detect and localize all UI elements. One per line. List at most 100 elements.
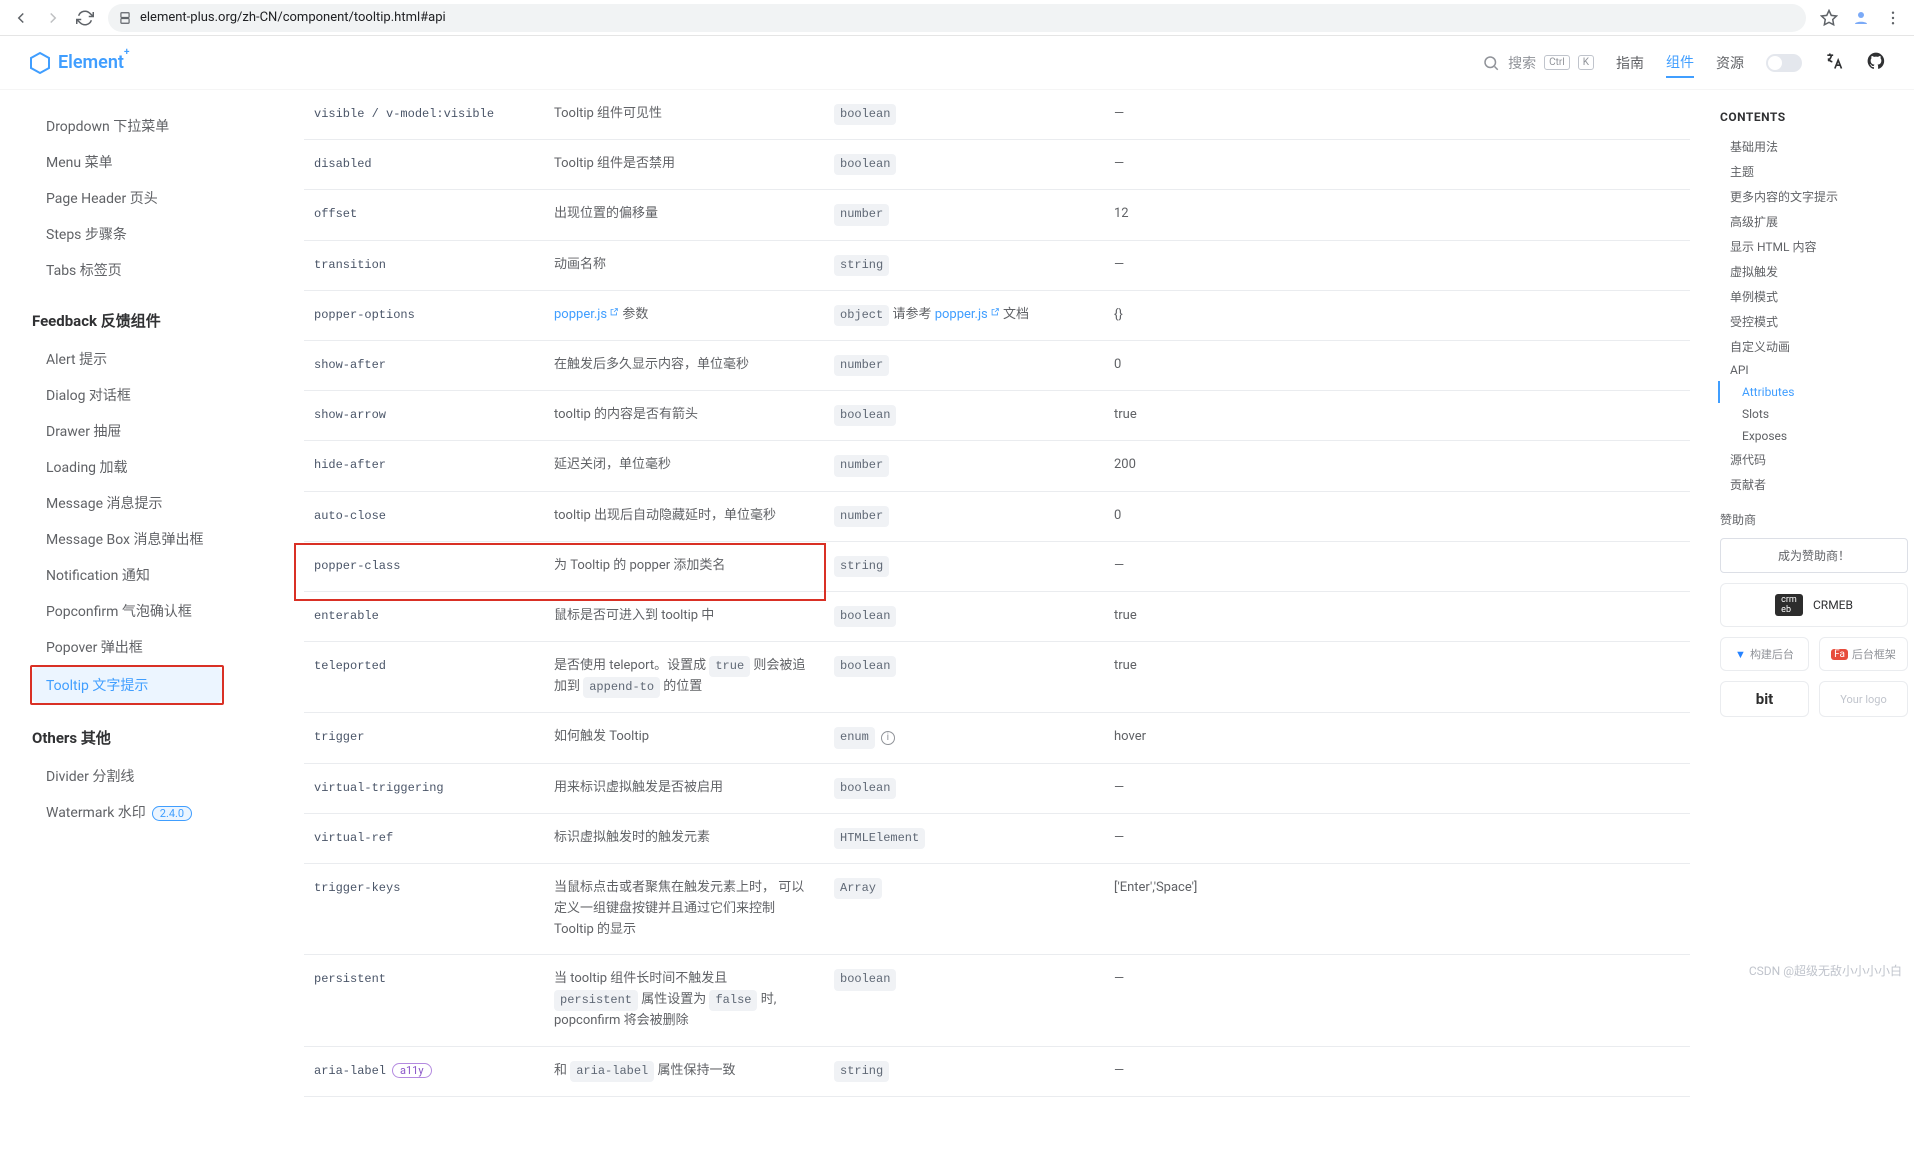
attr-desc: popper.js 参数 bbox=[544, 290, 824, 340]
attr-name: auto-close bbox=[314, 509, 386, 523]
attr-default: 0 bbox=[1104, 340, 1690, 390]
address-bar[interactable]: element-plus.org/zh-CN/component/tooltip… bbox=[108, 4, 1806, 32]
toc-item[interactable]: 受控模式 bbox=[1720, 309, 1908, 334]
crmeb-logo-icon: crmeb bbox=[1775, 594, 1803, 616]
table-row: visible / v-model:visibleTooltip 组件可见性bo… bbox=[304, 90, 1690, 140]
toc-item[interactable]: 主题 bbox=[1720, 159, 1908, 184]
table-row: popper-class为 Tooltip 的 popper 添加类名strin… bbox=[304, 541, 1690, 591]
reload-icon[interactable] bbox=[76, 9, 94, 27]
toc-item[interactable]: 单例模式 bbox=[1720, 284, 1908, 309]
sidebar-item[interactable]: Steps 步骤条 bbox=[32, 216, 268, 252]
table-row: teleported是否使用 teleport。设置成 true 则会被追加到 … bbox=[304, 642, 1690, 713]
toc-item[interactable]: 高级扩展 bbox=[1720, 209, 1908, 234]
forward-icon[interactable] bbox=[44, 9, 62, 27]
sidebar-item-tooltip[interactable]: Tooltip 文字提示 bbox=[32, 667, 222, 703]
nav-guide[interactable]: 指南 bbox=[1616, 49, 1644, 77]
brand-logo[interactable]: Element+ bbox=[28, 51, 129, 75]
nav-component[interactable]: 组件 bbox=[1666, 48, 1694, 78]
attr-default: — bbox=[1104, 90, 1690, 140]
type-tag: object bbox=[834, 305, 889, 326]
sidebar-item[interactable]: Dialog 对话框 bbox=[32, 377, 268, 413]
table-row: offset 出现位置的偏移量 number 12 bbox=[304, 190, 1690, 240]
menu-dots-icon[interactable] bbox=[1884, 9, 1902, 27]
type-tag: boolean bbox=[834, 656, 896, 677]
attr-desc: 为 Tooltip 的 popper 添加类名 bbox=[544, 541, 824, 591]
sponsor-crmeb[interactable]: crmebCRMEB bbox=[1720, 583, 1908, 627]
external-link[interactable]: popper.js bbox=[554, 307, 619, 322]
type-tag: number bbox=[834, 204, 889, 225]
attr-name: popper-options bbox=[314, 308, 415, 322]
toc-item[interactable]: 自定义动画 bbox=[1720, 334, 1908, 359]
toc-item[interactable]: 更多内容的文字提示 bbox=[1720, 184, 1908, 209]
sponsor-fantastic[interactable]: Fa后台框架 bbox=[1819, 637, 1908, 671]
type-tag: boolean bbox=[834, 969, 896, 990]
sponsor-button[interactable]: 成为赞助商！ bbox=[1720, 538, 1908, 573]
back-icon[interactable] bbox=[12, 9, 30, 27]
url-text: element-plus.org/zh-CN/component/tooltip… bbox=[140, 10, 446, 25]
toc-item[interactable]: API bbox=[1720, 359, 1908, 381]
attr-name: virtual-ref bbox=[314, 831, 393, 845]
translate-icon[interactable] bbox=[1824, 51, 1844, 75]
attr-desc: Tooltip 组件可见性 bbox=[544, 90, 824, 140]
attr-default: true bbox=[1104, 391, 1690, 441]
sidebar-item[interactable]: Message 消息提示 bbox=[32, 485, 268, 521]
github-icon[interactable] bbox=[1866, 51, 1886, 75]
api-attributes-table: visible / v-model:visibleTooltip 组件可见性bo… bbox=[304, 90, 1690, 1097]
nav-resource[interactable]: 资源 bbox=[1716, 49, 1744, 77]
info-icon[interactable]: i bbox=[881, 731, 895, 745]
toc-item[interactable]: 源代码 bbox=[1720, 447, 1908, 472]
toc-item[interactable]: 贡献者 bbox=[1720, 472, 1908, 497]
sidebar-item[interactable]: Popover 弹出框 bbox=[32, 629, 268, 665]
star-icon[interactable] bbox=[1820, 9, 1838, 27]
sidebar-item[interactable]: Alert 提示 bbox=[32, 341, 268, 377]
table-row: enterable鼠标是否可进入到 tooltip 中booleantrue bbox=[304, 591, 1690, 641]
type-tag: string bbox=[834, 255, 889, 276]
sponsor-bit[interactable]: bit bbox=[1720, 681, 1809, 717]
toc-item[interactable]: 显示 HTML 内容 bbox=[1720, 234, 1908, 259]
sponsor-vform[interactable]: ▼构建后台 bbox=[1720, 637, 1809, 671]
version-badge: 2.4.0 bbox=[152, 806, 192, 821]
sidebar-item[interactable]: Tabs 标签页 bbox=[32, 252, 268, 288]
sidebar-item[interactable]: Message Box 消息弹出框 bbox=[32, 521, 268, 557]
sidebar-item[interactable]: Notification 通知 bbox=[32, 557, 268, 593]
fantastic-logo-icon: Fa bbox=[1831, 649, 1848, 660]
sidebar-item[interactable]: Page Header 页头 bbox=[32, 180, 268, 216]
sponsor-placeholder[interactable]: Your logo bbox=[1819, 681, 1908, 717]
type-tag: enum bbox=[834, 727, 875, 748]
table-row: trigger如何触发 Tooltipenumihover bbox=[304, 713, 1690, 763]
table-row: show-after在触发后多久显示内容，单位毫秒number0 bbox=[304, 340, 1690, 390]
attr-default: 12 bbox=[1104, 190, 1690, 240]
toc-item[interactable]: 基础用法 bbox=[1720, 134, 1908, 159]
attr-name: show-arrow bbox=[314, 408, 386, 422]
attr-name: disabled bbox=[314, 157, 372, 171]
sidebar-item[interactable]: Loading 加载 bbox=[32, 449, 268, 485]
profile-icon[interactable] bbox=[1852, 9, 1870, 27]
toc-item-exposes[interactable]: Exposes bbox=[1720, 425, 1908, 447]
table-row: trigger-keys当鼠标点击或者聚焦在触发元素上时， 可以定义一组键盘按键… bbox=[304, 864, 1690, 955]
sidebar-item[interactable]: Dropdown 下拉菜单 bbox=[32, 108, 268, 144]
sidebar-item[interactable]: Menu 菜单 bbox=[32, 144, 268, 180]
toc-item-slots[interactable]: Slots bbox=[1720, 403, 1908, 425]
sidebar-item[interactable]: Divider 分割线 bbox=[32, 758, 268, 794]
toc-item[interactable]: 虚拟触发 bbox=[1720, 259, 1908, 284]
table-row: persistent当 tooltip 组件长时间不触发且 persistent… bbox=[304, 955, 1690, 1047]
type-tag: string bbox=[834, 556, 889, 577]
toc-item-attributes[interactable]: Attributes bbox=[1718, 381, 1908, 403]
vform-logo-icon: ▼ bbox=[1735, 648, 1746, 661]
sidebar-item[interactable]: Popconfirm 气泡确认框 bbox=[32, 593, 268, 629]
attr-desc: 和 aria-label 属性保持一致 bbox=[544, 1047, 824, 1097]
theme-toggle[interactable] bbox=[1766, 54, 1802, 72]
type-tag: number bbox=[834, 506, 889, 527]
search-trigger[interactable]: 搜索 Ctrl K bbox=[1482, 53, 1594, 73]
sidebar-item[interactable]: Drawer 抽屉 bbox=[32, 413, 268, 449]
attr-name: offset bbox=[314, 207, 357, 221]
site-settings-icon bbox=[118, 11, 132, 25]
attr-desc: 出现位置的偏移量 bbox=[544, 190, 824, 240]
type-tag: boolean bbox=[834, 606, 896, 627]
external-link[interactable]: popper.js bbox=[935, 307, 1000, 322]
attr-desc: tooltip 的内容是否有箭头 bbox=[544, 391, 824, 441]
sidebar-item-watermark[interactable]: Watermark 水印2.4.0 bbox=[32, 794, 268, 830]
attr-default: 0 bbox=[1104, 491, 1690, 541]
a11y-badge: a11y bbox=[392, 1063, 432, 1078]
table-row: transition动画名称string— bbox=[304, 240, 1690, 290]
